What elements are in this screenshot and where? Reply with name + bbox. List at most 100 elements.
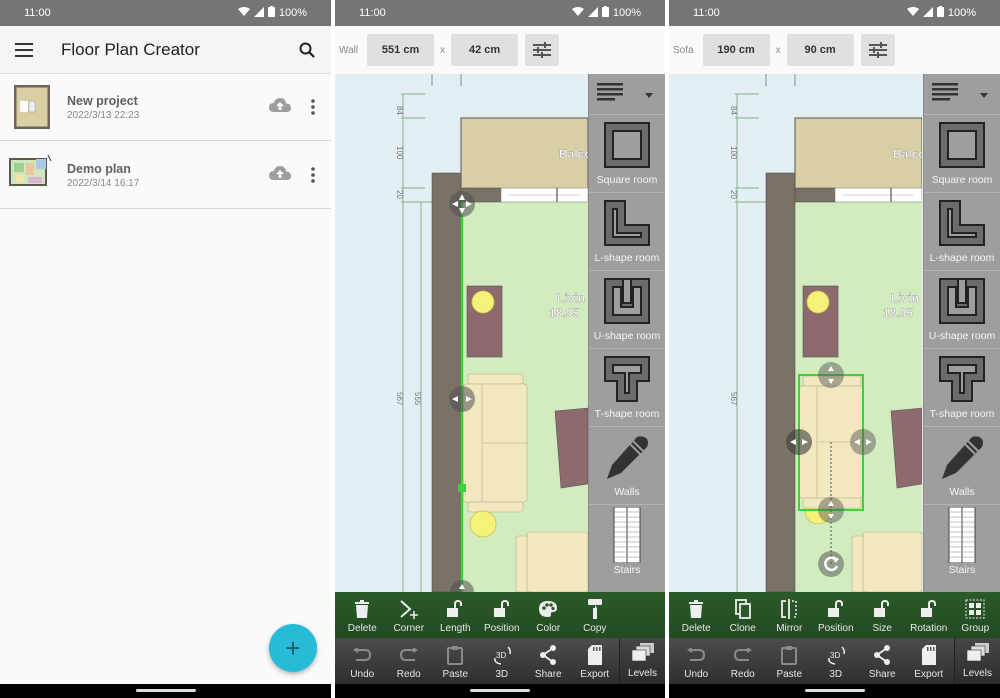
clone-button[interactable]: Clone xyxy=(720,597,767,634)
sd-card-icon xyxy=(921,643,936,667)
t-shape-room-item[interactable]: T-shape room xyxy=(924,348,1000,426)
trash-icon xyxy=(355,597,370,621)
side-panel: Square room L-shape room U-shape room T-… xyxy=(588,74,665,592)
position-lock-button[interactable]: Position xyxy=(813,597,860,634)
list-view-icon[interactable] xyxy=(597,82,623,106)
lamp xyxy=(471,290,495,314)
3d-rotate-icon: 3D xyxy=(491,643,513,667)
pencil-icon xyxy=(601,431,653,483)
size-lock-button[interactable]: Size xyxy=(859,597,906,634)
floor-plan-canvas[interactable]: 84 100 20 567 Balco Livin 18.95 xyxy=(669,74,922,592)
square-room-item[interactable]: Square room xyxy=(924,114,1000,192)
system-nav-bar xyxy=(0,684,331,698)
home-gesture-handle[interactable] xyxy=(470,689,530,692)
adjust-settings-button[interactable] xyxy=(525,34,560,66)
share-button[interactable]: Share xyxy=(525,643,572,680)
room-label: 18.95 xyxy=(883,306,913,320)
corner-button[interactable]: Corner xyxy=(386,597,433,634)
project-item[interactable]: New project 2022/3/13 22:23 xyxy=(0,74,331,141)
t-shape-room-icon xyxy=(936,353,988,405)
width-field[interactable]: 90 cm xyxy=(786,34,854,66)
3d-rotate-icon: 3D xyxy=(825,643,847,667)
walls-item[interactable]: Walls xyxy=(924,426,1000,504)
resize-handle xyxy=(449,386,475,412)
status-time: 11:00 xyxy=(359,7,386,19)
stairs-item[interactable]: Stairs xyxy=(924,504,1000,582)
length-lock-button[interactable]: Length xyxy=(432,597,479,634)
copy-style-button[interactable]: Copy xyxy=(572,597,619,634)
furniture-tools-toolbar: Delete Clone Mirror Position Size Rotati… xyxy=(669,592,1000,638)
dropdown-arrow-icon[interactable] xyxy=(980,85,988,103)
resize-handle-left xyxy=(786,429,812,455)
redo-button[interactable]: Redo xyxy=(720,643,767,680)
mirror-button[interactable]: Mirror xyxy=(766,597,813,634)
cloud-upload-icon[interactable] xyxy=(269,165,293,186)
group-button[interactable]: Group xyxy=(952,597,999,634)
dimension-bar: Wall 551 cm x 42 cm xyxy=(335,26,665,74)
corner-icon xyxy=(399,597,419,621)
adjust-settings-button[interactable] xyxy=(860,34,895,66)
item-label: U-shape room xyxy=(928,330,996,342)
color-button[interactable]: Color xyxy=(525,597,572,634)
rotation-lock-button[interactable]: Rotation xyxy=(906,597,953,634)
pencil-icon xyxy=(936,431,988,483)
dropdown-arrow-icon[interactable] xyxy=(645,85,653,103)
delete-button[interactable]: Delete xyxy=(673,597,720,634)
undo-icon xyxy=(353,643,372,667)
walls-item[interactable]: Walls xyxy=(589,426,665,504)
t-shape-room-item[interactable]: T-shape room xyxy=(589,348,665,426)
list-view-icon[interactable] xyxy=(932,82,958,106)
stairs-item[interactable]: Stairs xyxy=(589,504,665,582)
undo-button[interactable]: Undo xyxy=(673,643,720,680)
length-field[interactable]: 551 cm xyxy=(367,34,435,66)
wall xyxy=(431,172,462,592)
u-shape-room-item[interactable]: U-shape room xyxy=(589,270,665,348)
home-gesture-handle[interactable] xyxy=(135,689,196,692)
project-item[interactable]: Demo plan 2022/3/14 16:17 xyxy=(0,142,331,209)
cloud-upload-icon[interactable] xyxy=(269,97,293,118)
position-lock-button[interactable]: Position xyxy=(479,597,526,634)
add-project-button[interactable]: + xyxy=(269,624,317,672)
export-button[interactable]: Export xyxy=(906,643,953,680)
paste-button[interactable]: Paste xyxy=(766,643,813,680)
share-icon xyxy=(873,643,891,667)
3d-view-button[interactable]: 3D 3D xyxy=(813,643,860,680)
battery-icon xyxy=(267,6,275,20)
home-gesture-handle[interactable] xyxy=(804,689,865,692)
menu-icon[interactable] xyxy=(12,38,36,62)
levels-button[interactable]: Levels xyxy=(619,638,665,684)
delete-button[interactable]: Delete xyxy=(339,597,386,634)
move-handle xyxy=(449,191,475,217)
more-options-icon[interactable] xyxy=(305,99,321,115)
paste-button[interactable]: Paste xyxy=(432,643,479,680)
unlock-icon xyxy=(447,597,463,621)
sd-card-icon xyxy=(587,643,602,667)
floor-plan-canvas[interactable]: 84 100 20 567 555 Balco Livin 18.95 xyxy=(335,74,588,592)
wall-tools-toolbar: Delete Corner Length Position Color Copy xyxy=(335,592,665,638)
l-shape-room-icon xyxy=(601,197,653,249)
status-bar: 11:00 100% xyxy=(0,0,331,26)
length-field[interactable]: 190 cm xyxy=(702,34,770,66)
export-button[interactable]: Export xyxy=(572,643,619,680)
search-icon[interactable] xyxy=(295,38,319,62)
item-label: Walls xyxy=(614,486,640,498)
status-time: 11:00 xyxy=(693,7,720,19)
sliders-icon xyxy=(868,42,887,58)
stairs-icon xyxy=(936,507,988,563)
dimension-label: 20 xyxy=(729,190,738,199)
3d-view-button[interactable]: 3D 3D xyxy=(479,643,526,680)
room-label: Livin xyxy=(891,291,919,305)
more-options-icon[interactable] xyxy=(305,167,321,183)
sliders-icon xyxy=(533,42,552,58)
l-shape-room-item[interactable]: L-shape room xyxy=(924,192,1000,270)
l-shape-room-item[interactable]: L-shape room xyxy=(589,192,665,270)
share-button[interactable]: Share xyxy=(859,643,906,680)
redo-button[interactable]: Redo xyxy=(386,643,433,680)
u-shape-room-item[interactable]: U-shape room xyxy=(924,270,1000,348)
square-room-icon xyxy=(936,119,988,171)
levels-button[interactable]: Levels xyxy=(954,638,1000,684)
square-room-item[interactable]: Square room xyxy=(589,114,665,192)
signal-icon xyxy=(587,6,598,20)
thickness-field[interactable]: 42 cm xyxy=(451,34,519,66)
undo-button[interactable]: Undo xyxy=(339,643,386,680)
